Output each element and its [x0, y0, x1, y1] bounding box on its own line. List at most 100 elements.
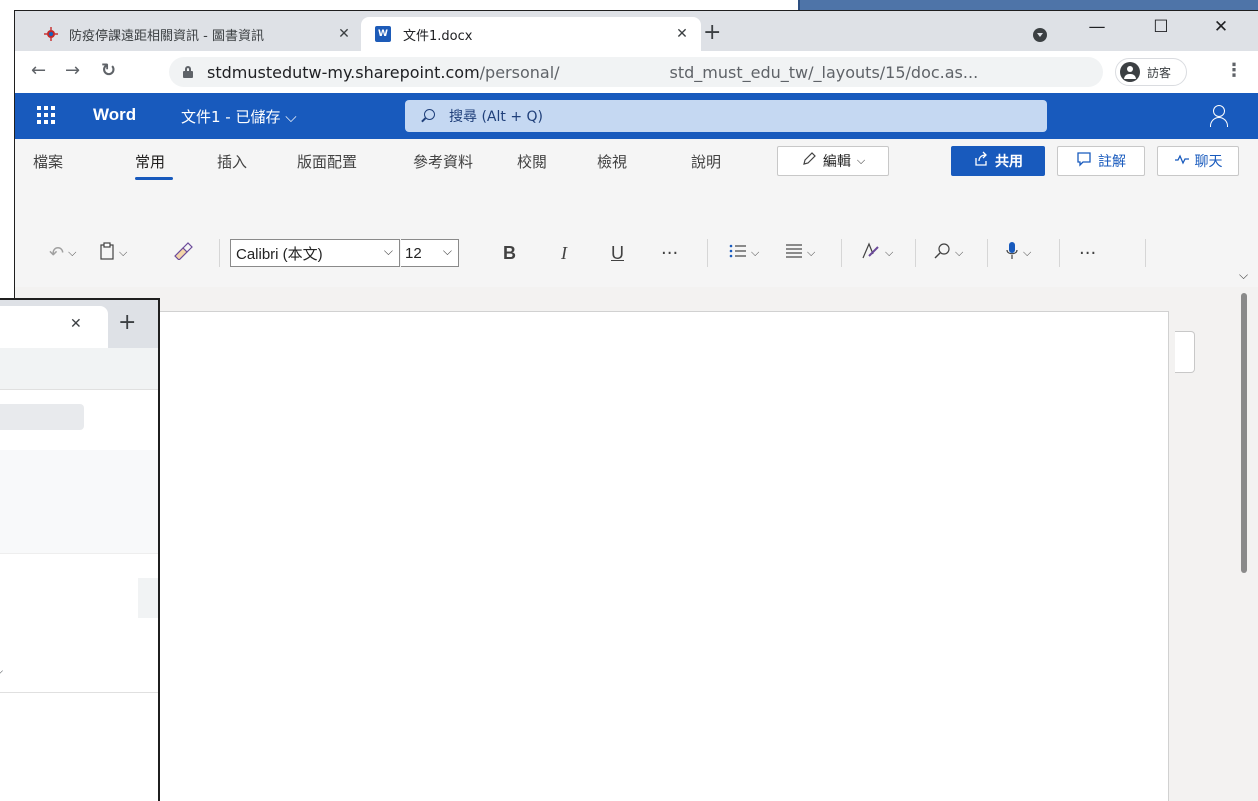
more-options-button[interactable]: ··· [1079, 239, 1096, 267]
tab-strip: 防疫停課遠距相關資訊 - 圖書資訊 ✕ W 文件1.docx ✕ + — ☐ ✕ [15, 11, 1258, 51]
font-size-value: 12 [405, 244, 422, 262]
share-button[interactable]: 共用 [951, 146, 1045, 176]
chevron-down-icon: ⌵ [442, 244, 452, 258]
tab-review[interactable]: 校閱 [517, 151, 547, 172]
content-button[interactable] [138, 578, 158, 618]
undo-button[interactable]: ↶ ⌵ [49, 239, 76, 267]
url-redacted [559, 62, 670, 82]
bold-button[interactable]: B [503, 239, 516, 267]
font-name-value: Calibri (本文) [236, 245, 323, 263]
divider [841, 239, 842, 267]
tab-view[interactable]: 檢視 [597, 151, 627, 172]
comments-button[interactable]: 註解 [1057, 146, 1145, 176]
bullets-button[interactable]: ⌵ [729, 239, 759, 267]
ribbon-tabs: 檔案 常用 插入 版面配置 參考資料 校閱 檢視 說明 編輯 ⌵ 共用 註解 聊… [15, 139, 1258, 181]
chevron-down-icon: ⌵ [856, 154, 866, 167]
tab-library-info[interactable]: 防疫停課遠距相關資訊 - 圖書資訊 ✕ [33, 17, 363, 51]
share-icon [973, 151, 989, 171]
chevron-down-icon: ⌵ [807, 246, 816, 259]
chat-button[interactable]: 聊天 [1157, 146, 1239, 176]
word-app-bar: Word 文件1 - 已儲存 ⌵ 搜尋 (Alt + Q) [15, 93, 1258, 139]
format-painter-icon [173, 241, 193, 265]
word-favicon-icon: W [375, 26, 391, 42]
close-window-button[interactable]: ✕ [1201, 17, 1241, 41]
clipboard-icon [99, 241, 115, 265]
account-icon[interactable] [1209, 104, 1228, 128]
tab-close-icon[interactable]: ✕ [333, 26, 355, 42]
new-tab-button[interactable]: + [118, 310, 136, 335]
menu-kebab-icon[interactable]: ⋮ [1225, 60, 1243, 81]
chevron-down-icon: ⌵ [383, 244, 393, 258]
tab-title: 防疫停課遠距相關資訊 - 圖書資訊 [69, 28, 264, 44]
lock-icon [183, 66, 193, 78]
forward-arrow-icon[interactable]: → [65, 60, 80, 81]
comment-icon [1076, 151, 1092, 171]
reload-icon[interactable]: ↻ [101, 60, 116, 81]
dictate-button[interactable]: ⌵ [1005, 239, 1031, 267]
microphone-icon [1005, 241, 1019, 266]
chat-label: 聊天 [1194, 154, 1223, 170]
scrollbar-thumb[interactable] [1241, 293, 1247, 573]
divider [219, 239, 220, 267]
minimize-button[interactable]: — [1077, 17, 1117, 41]
underline-button[interactable]: U [611, 239, 624, 267]
url-host: stdmustedutw-my.sharepoint.com [207, 62, 480, 82]
divider [1145, 239, 1146, 267]
more-font-options-button[interactable]: ··· [661, 239, 678, 267]
command-bar: ↶ ⌵ ⌵ Calibri (本文) ⌵ 12 ⌵ B I U ··· ⌵ ⌵ … [15, 181, 1258, 287]
tab-title: 文件1.docx [403, 28, 473, 44]
browser-window: 防疫停課遠距相關資訊 - 圖書資訊 ✕ W 文件1.docx ✕ + — ☐ ✕… [14, 10, 1258, 801]
tab-close-icon[interactable]: ✕ [671, 26, 693, 42]
paste-button[interactable]: ⌵ [99, 239, 127, 267]
search-icon [421, 109, 435, 123]
screen: 防疫停課遠距相關資訊 - 圖書資訊 ✕ W 文件1.docx ✕ + — ☐ ✕… [0, 0, 1258, 801]
address-toolbar: ← → ↻ stdmustedutw-my.sharepoint.com /pe… [15, 51, 1258, 93]
app-launcher-icon[interactable] [37, 106, 55, 124]
format-painter-button[interactable] [173, 239, 193, 267]
virus-favicon-icon [43, 26, 59, 42]
back-arrow-icon[interactable]: ← [31, 60, 46, 81]
font-name-dropdown[interactable]: Calibri (本文) ⌵ [230, 239, 400, 267]
app-name[interactable]: Word [93, 105, 136, 125]
italic-button[interactable]: I [561, 239, 567, 267]
ribbon-expand-chevron-icon[interactable]: ⌵ [1239, 261, 1248, 289]
side-panel-tab[interactable] [1175, 331, 1195, 373]
url-path-start: /personal/ [479, 62, 560, 82]
url-path-end: std_must_edu_tw/_layouts/15/doc.as... [669, 62, 979, 82]
tab-document[interactable]: W 文件1.docx ✕ [361, 17, 701, 51]
editing-mode-button[interactable]: 編輯 ⌵ [777, 146, 889, 176]
maximize-button[interactable]: ☐ [1141, 17, 1181, 41]
tab-close-icon[interactable]: ✕ [70, 316, 82, 332]
divider [915, 239, 916, 267]
divider [987, 239, 988, 267]
document-title[interactable]: 文件1 - 已儲存 ⌵ [181, 106, 297, 127]
profile-button[interactable]: 訪客 [1115, 58, 1187, 86]
tab-file[interactable]: 檔案 [33, 151, 63, 172]
avatar-icon [1120, 62, 1140, 82]
profile-label: 訪客 [1147, 65, 1172, 80]
search-input[interactable] [0, 404, 84, 430]
search-input[interactable]: 搜尋 (Alt + Q) [405, 100, 1047, 132]
tab[interactable] [0, 306, 108, 348]
chevron-down-icon[interactable]: ⌵ [0, 664, 3, 679]
tab-search-icon[interactable] [1033, 28, 1047, 42]
document-canvas [15, 287, 1258, 801]
tab-home[interactable]: 常用 [135, 151, 165, 172]
tab-references[interactable]: 參考資料 [413, 151, 473, 172]
tab-layout[interactable]: 版面配置 [297, 151, 357, 172]
font-size-dropdown[interactable]: 12 ⌵ [401, 239, 459, 267]
styles-button[interactable]: ⌵ [861, 239, 893, 267]
alignment-button[interactable]: ⌵ [785, 239, 815, 267]
find-button[interactable]: ⌵ [933, 239, 963, 267]
comments-label: 註解 [1098, 154, 1126, 170]
tab-strip: ✕ + [0, 300, 158, 348]
document-page[interactable] [159, 311, 1169, 801]
chevron-down-icon: ⌵ [955, 246, 964, 259]
address-bar[interactable]: stdmustedutw-my.sharepoint.com /personal… [169, 57, 1103, 87]
tab-help[interactable]: 說明 [691, 151, 721, 172]
divider [707, 239, 708, 267]
align-icon [785, 243, 803, 264]
tab-insert[interactable]: 插入 [217, 151, 247, 172]
chevron-down-icon: ⌵ [751, 246, 760, 259]
new-tab-button[interactable]: + [703, 22, 721, 44]
